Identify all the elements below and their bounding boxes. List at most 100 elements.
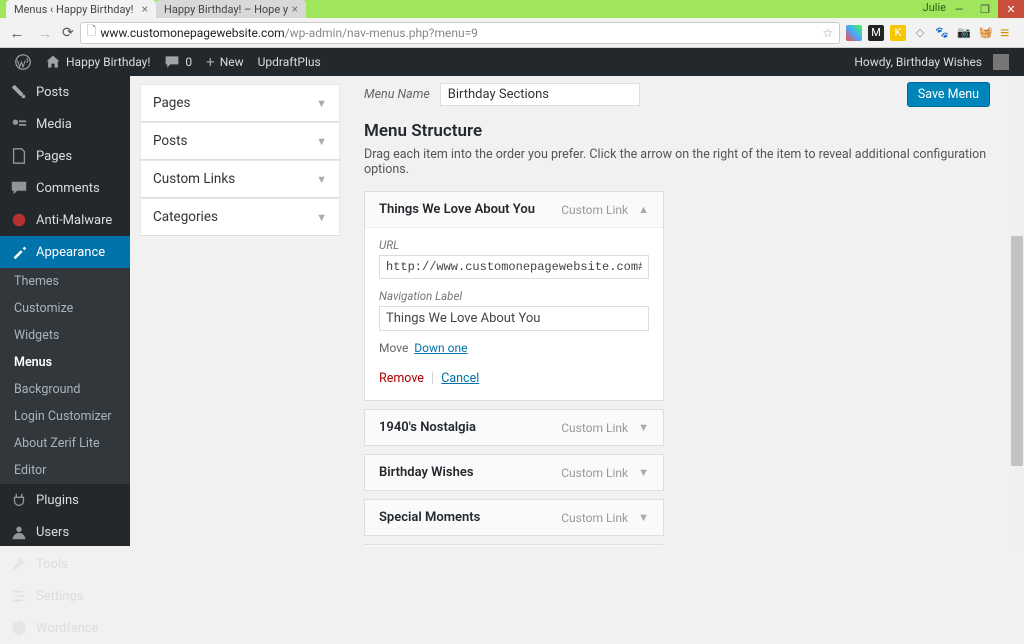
chevron-down-icon: ▼ — [316, 97, 327, 110]
submenu-editor[interactable]: Editor — [0, 457, 130, 484]
menu-item-expanded[interactable]: Things We Love About You Custom Link ▲ U… — [364, 191, 664, 401]
accordion-posts[interactable]: Posts▼ — [140, 122, 340, 160]
submenu-login-customizer[interactable]: Login Customizer — [0, 403, 130, 430]
menu-structure-heading: Menu Structure — [364, 121, 990, 141]
submenu-widgets[interactable]: Widgets — [0, 322, 130, 349]
sidebar-item-media[interactable]: Media — [0, 108, 130, 140]
sidebar-item-tools[interactable]: Tools — [0, 548, 130, 580]
tab-title: Menus ‹ Happy Birthday! — [14, 3, 133, 16]
extension-icon[interactable]: 📷 — [956, 25, 972, 41]
site-info-icon[interactable]: 🗋 — [87, 22, 97, 43]
scrollbar[interactable] — [1010, 76, 1024, 546]
sidebar-item-antimalware[interactable]: Anti-Malware — [0, 204, 130, 236]
save-menu-button[interactable]: Save Menu — [907, 82, 990, 107]
menu-structure-hint: Drag each item into the order you prefer… — [364, 147, 990, 177]
browser-tab-active[interactable]: Menus ‹ Happy Birthday! × — [6, 0, 156, 18]
cancel-link[interactable]: Cancel — [441, 371, 479, 386]
browser-extension-icons: M K ◇ 🐾 📷 🧺 — [846, 25, 994, 41]
forward-button[interactable]: → — [34, 24, 56, 42]
close-tab-icon[interactable]: × — [142, 2, 148, 16]
menu-item-title: Things We Love About You — [379, 202, 535, 217]
extension-icon[interactable]: M — [868, 25, 884, 41]
menu-item[interactable]: 1940's NostalgiaCustom Link▼ — [364, 409, 664, 446]
chevron-down-icon: ▼ — [316, 135, 327, 148]
sidebar-item-comments[interactable]: Comments — [0, 172, 130, 204]
sidebar-item-plugins[interactable]: Plugins — [0, 484, 130, 516]
nav-label: Navigation Label — [379, 289, 649, 303]
menu-item-header[interactable]: Birthday Wishes Custom Link ▼ — [365, 455, 663, 490]
menu-item-header[interactable]: Things We Love About You Custom Link ▲ — [365, 192, 663, 227]
scrollbar-thumb[interactable] — [1011, 236, 1023, 466]
submenu-about-zerif[interactable]: About Zerif Lite — [0, 430, 130, 457]
menu-item[interactable]: Special Moments Custom Link ▼ — [364, 499, 664, 536]
extension-icon[interactable]: K — [890, 25, 906, 41]
browser-toolbar: ← → ⟳ 🗋 www.customonepagewebsite.com/wp-… — [0, 18, 1024, 48]
tab-title: Happy Birthday! – Hope y — [164, 3, 288, 16]
new-content-link[interactable]: + New — [199, 53, 250, 71]
submenu-background[interactable]: Background — [0, 376, 130, 403]
sidebar-item-posts[interactable]: Posts — [0, 76, 130, 108]
chevron-up-icon[interactable]: ▲ — [638, 203, 649, 216]
menu-name-label: Menu Name — [364, 87, 430, 102]
extension-icon[interactable]: 🐾 — [934, 25, 950, 41]
menu-item-header[interactable]: 1940's NostalgiaCustom Link▼ — [365, 410, 663, 445]
updraftplus-link[interactable]: UpdraftPlus — [251, 55, 328, 69]
menu-item-settings: URL Navigation Label Move Down one Remov… — [365, 227, 663, 400]
chevron-down-icon[interactable]: ▼ — [638, 466, 649, 479]
appearance-submenu: Themes Customize Widgets Menus Backgroun… — [0, 268, 130, 484]
remove-link[interactable]: Remove — [379, 371, 424, 386]
menu-name-input[interactable] — [440, 83, 640, 106]
menu-item-navlabel-input[interactable] — [379, 306, 649, 331]
move-down-link[interactable]: Down one — [414, 341, 467, 355]
sidebar-item-wordfence[interactable]: Wordfence — [0, 612, 130, 644]
chevron-down-icon: ▼ — [316, 211, 327, 224]
accordion-categories[interactable]: Categories▼ — [140, 198, 340, 236]
chevron-down-icon: ▼ — [316, 173, 327, 186]
window-close-button[interactable]: ✕ — [998, 0, 1024, 18]
menu-item-type: Custom Link — [561, 203, 628, 217]
back-button[interactable]: ← — [6, 24, 28, 42]
bookmark-star-icon[interactable]: ☆ — [822, 26, 833, 40]
chrome-profile-name[interactable]: Julie — [923, 1, 946, 14]
submenu-menus[interactable]: Menus — [0, 349, 130, 376]
chevron-down-icon[interactable]: ▼ — [638, 511, 649, 524]
menu-item-url-input[interactable] — [379, 255, 649, 279]
browser-tab[interactable]: Happy Birthday! – Hope y × — [156, 0, 306, 18]
accordion-custom-links[interactable]: Custom Links▼ — [140, 160, 340, 198]
howdy-account[interactable]: Howdy, Birthday Wishes — [847, 54, 1016, 70]
move-label: Move — [379, 341, 408, 355]
chevron-down-icon[interactable]: ▼ — [638, 421, 649, 434]
accordion-pages[interactable]: Pages▼ — [140, 84, 340, 122]
submenu-themes[interactable]: Themes — [0, 268, 130, 295]
comments-link[interactable]: 0 — [157, 54, 199, 70]
window-maximize-button[interactable]: ❐ — [972, 0, 998, 18]
reload-button[interactable]: ⟳ — [62, 25, 74, 41]
chrome-menu-icon[interactable]: ≡ — [1000, 23, 1018, 43]
sidebar-item-users[interactable]: Users — [0, 516, 130, 548]
menu-item[interactable]: Birthday Wishes Custom Link ▼ — [364, 454, 664, 491]
admin-sidebar: Posts Media Pages Comments Anti-Malware … — [0, 76, 130, 546]
menu-item-header[interactable]: Special Moments Custom Link ▼ — [365, 500, 663, 535]
url-label: URL — [379, 238, 649, 252]
sidebar-item-appearance[interactable]: Appearance — [0, 236, 130, 268]
wp-logo[interactable] — [8, 54, 38, 70]
submenu-customize[interactable]: Customize — [0, 295, 130, 322]
menu-item-title: Birthday Wishes — [379, 465, 474, 480]
menu-item-type: Custom Link — [561, 466, 628, 480]
avatar — [993, 54, 1009, 70]
site-home-link[interactable]: Happy Birthday! — [38, 54, 157, 70]
sidebar-item-pages[interactable]: Pages — [0, 140, 130, 172]
window-minimize-button[interactable]: — — [946, 0, 972, 18]
menu-edit-area: Menu Name Save Menu Menu Structure Drag … — [350, 76, 1010, 546]
menu-item-title: Special Moments — [379, 510, 480, 525]
extension-icon[interactable]: 🧺 — [978, 25, 994, 41]
menu-item-type: Custom Link — [561, 421, 628, 435]
address-bar[interactable]: 🗋 www.customonepagewebsite.com/wp-admin/… — [80, 22, 840, 44]
sidebar-item-settings[interactable]: Settings — [0, 580, 130, 612]
menu-item-type: Custom Link — [561, 511, 628, 525]
url-path: /wp-admin/nav-menus.php?menu=9 — [285, 26, 478, 40]
extension-icon[interactable]: ◇ — [912, 25, 928, 41]
close-tab-icon[interactable]: × — [292, 2, 298, 16]
browser-tab-strip: Menus ‹ Happy Birthday! × Happy Birthday… — [0, 0, 1024, 18]
extension-icon[interactable] — [846, 25, 862, 41]
